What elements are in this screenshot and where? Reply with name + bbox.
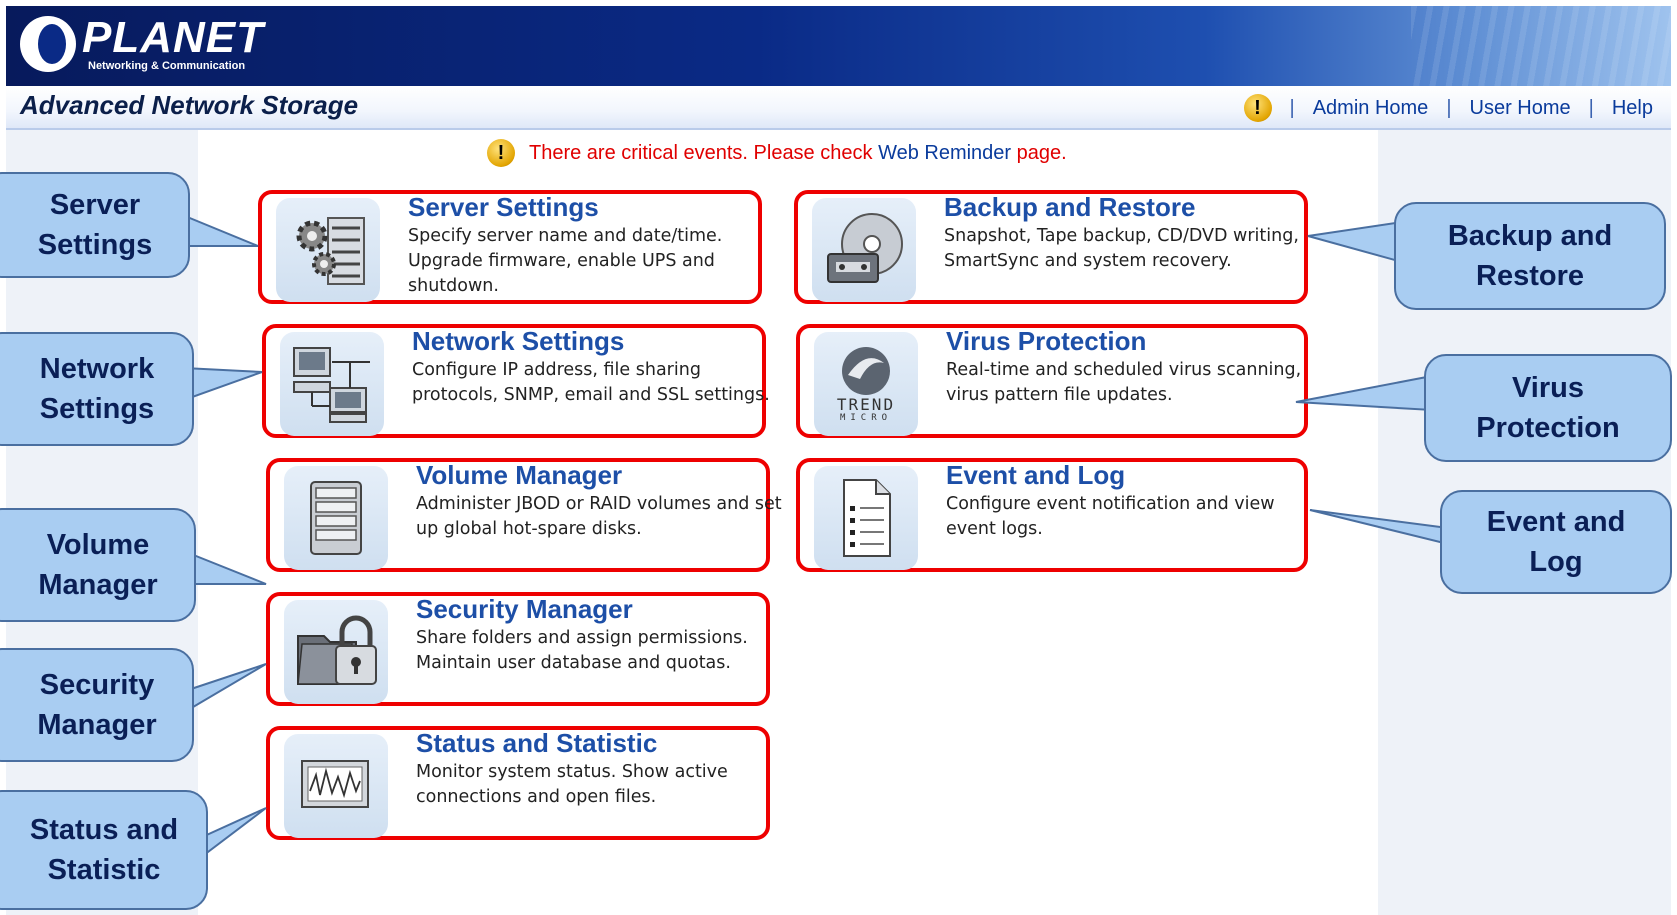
callout-line: Backup and	[1447, 220, 1613, 252]
callout-network-settings: Network Settings	[0, 332, 194, 446]
callout-backup-restore: Backup and Restore	[1394, 202, 1666, 310]
callout-line: Protection	[1476, 412, 1620, 444]
callout-line: Virus	[1511, 372, 1584, 404]
callout-event-log: Event and Log	[1440, 490, 1672, 594]
callout-line: Log	[1529, 546, 1583, 578]
callout-line: Security	[39, 669, 155, 701]
callout-pointers	[179, 212, 1449, 861]
callout-volume-manager: Volume Manager	[0, 508, 196, 622]
callout-status-statistic: Status and Statistic	[0, 790, 208, 910]
callout-line: Manager	[38, 569, 158, 601]
callout-line: Settings	[39, 393, 155, 425]
callout-line: Settings	[37, 229, 153, 261]
callout-line: Restore	[1476, 260, 1584, 292]
callout-server-settings: Server Settings	[0, 172, 190, 278]
callout-line: Server	[49, 189, 141, 221]
callout-virus-protection: Virus Protection	[1424, 354, 1672, 462]
callout-line: Volume	[46, 529, 150, 561]
callout-line: Status and	[29, 814, 179, 846]
callout-line: Network	[39, 353, 155, 385]
callout-line: Manager	[37, 709, 157, 741]
callout-security-manager: Security Manager	[0, 648, 194, 762]
callout-line: Event and	[1486, 506, 1626, 538]
callout-line: Statistic	[47, 854, 161, 886]
